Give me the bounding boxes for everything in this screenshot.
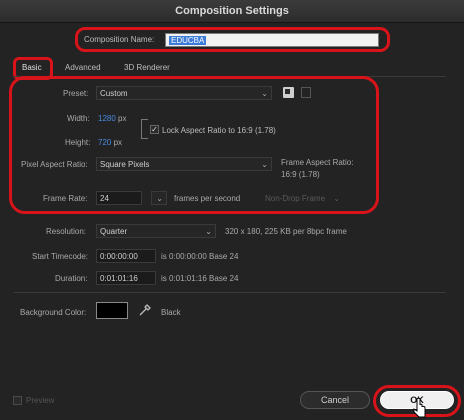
preset-value: Custom (100, 89, 128, 98)
background-color-label: Background Color: (20, 308, 87, 317)
chevron-down-icon: ⌄ (205, 227, 212, 236)
link-bracket (141, 119, 148, 139)
height-unit: px (113, 138, 123, 147)
composition-settings-dialog: Composition Settings Composition Name: E… (0, 0, 464, 420)
mouse-cursor-icon (413, 397, 427, 418)
duration-label: Duration: (55, 274, 88, 283)
lock-aspect-label: Lock Aspect Ratio to 16:9 (1.78) (162, 126, 276, 135)
comp-name-value: EDUCBA (169, 36, 207, 45)
preset-label: Preset: (63, 89, 89, 98)
comp-name-input[interactable]: EDUCBA (165, 33, 379, 47)
resolution-info: 320 x 180, 225 KB per 8bpc frame (225, 227, 347, 236)
tab-advanced[interactable]: Advanced (65, 63, 101, 72)
start-timecode-input[interactable]: 0:00:00:00 (96, 249, 156, 263)
drop-frame-select: Non-Drop Frame ⌄ (265, 194, 340, 203)
frame-rate-unit: frames per second (174, 194, 241, 203)
preset-select[interactable]: Custom ⌄ (96, 86, 272, 100)
start-timecode-value: 0:00:00:00 (100, 252, 138, 261)
preview-checkbox[interactable] (13, 396, 22, 405)
frame-rate-input[interactable]: 24 (96, 191, 142, 205)
duration-input[interactable]: 0:01:01:16 (96, 271, 156, 285)
preview-label: Preview (26, 396, 55, 405)
frame-rate-dropdown[interactable]: ⌄ (151, 191, 167, 205)
save-preset-icon[interactable] (283, 87, 294, 98)
eyedropper-icon[interactable] (138, 303, 152, 317)
resolution-value: Quarter (100, 227, 128, 236)
tab-basic[interactable]: Basic (22, 63, 42, 72)
chevron-down-icon: ⌄ (261, 89, 268, 98)
chevron-down-icon: ⌄ (261, 160, 268, 169)
height-label: Height: (65, 138, 91, 147)
cancel-button[interactable]: Cancel (300, 391, 370, 409)
resolution-select[interactable]: Quarter ⌄ (96, 224, 216, 238)
comp-name-label: Composition Name: (84, 35, 155, 44)
tab-3d-renderer[interactable]: 3D Renderer (124, 63, 170, 72)
width-field[interactable]: 1280 px (98, 114, 126, 123)
pixel-aspect-select[interactable]: Square Pixels ⌄ (96, 157, 272, 171)
duration-value: 0:01:01:16 (100, 274, 138, 283)
frame-rate-label: Frame Rate: (43, 194, 88, 203)
pixel-aspect-label: Pixel Aspect Ratio: (21, 160, 88, 169)
title-bar: Composition Settings (0, 0, 464, 23)
duration-info: is 0:01:01:16 Base 24 (161, 274, 239, 283)
resolution-label: Resolution: (46, 227, 87, 236)
lock-aspect-checkbox[interactable]: ✓ (150, 125, 159, 134)
delete-preset-icon[interactable] (301, 87, 311, 98)
window-title: Composition Settings (175, 5, 289, 17)
width-label: Width: (67, 114, 90, 123)
frame-aspect-label: Frame Aspect Ratio: (281, 158, 354, 167)
section-divider (14, 292, 446, 293)
pixel-aspect-value: Square Pixels (100, 160, 150, 169)
width-unit: px (118, 114, 127, 123)
chevron-down-icon: ⌄ (333, 194, 340, 203)
background-color-name: Black (161, 308, 181, 317)
width-value: 1280 (98, 114, 116, 123)
height-value: 720 (98, 138, 112, 147)
chevron-down-icon: ⌄ (156, 194, 163, 203)
start-timecode-info: is 0:00:00:00 Base 24 (161, 252, 239, 261)
start-timecode-label: Start Timecode: (32, 252, 89, 261)
frame-aspect-value: 16:9 (1.78) (281, 170, 320, 179)
frame-rate-value: 24 (100, 194, 109, 203)
height-field[interactable]: 720 px (98, 138, 122, 147)
drop-frame-value: Non-Drop Frame (265, 194, 326, 203)
background-color-swatch[interactable] (96, 302, 128, 319)
